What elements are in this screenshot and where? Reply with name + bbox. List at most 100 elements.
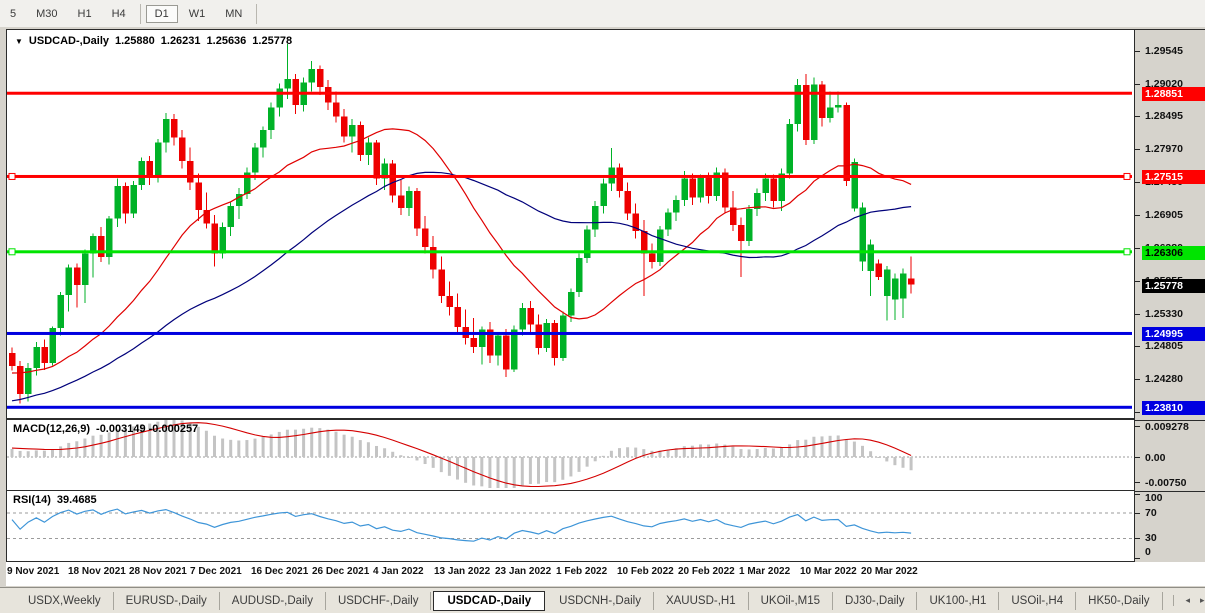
- macd-histogram-bar: [829, 436, 832, 457]
- tab-hk50-daily[interactable]: HK50-,Daily: [1076, 592, 1162, 610]
- price-line-label: 1.27515: [1142, 170, 1205, 184]
- candle-body: [349, 125, 356, 136]
- macd-histogram-bar: [213, 436, 216, 457]
- candle-body: [706, 178, 713, 196]
- candle-body: [187, 161, 194, 182]
- price-line-label: 1.26306: [1142, 246, 1205, 260]
- macd-histogram-bar: [35, 450, 38, 457]
- candle-body: [544, 323, 551, 348]
- candle-body: [625, 191, 632, 213]
- macd-histogram-bar: [537, 457, 540, 484]
- macd-histogram-bar: [326, 430, 329, 457]
- macd-histogram-bar: [262, 437, 265, 457]
- macd-histogram-bar: [294, 430, 297, 457]
- horizontal-level-line[interactable]: [7, 250, 1132, 253]
- tab-usdcnh-daily[interactable]: USDCNH-,Daily: [547, 592, 654, 610]
- macd-histogram-bar: [488, 457, 491, 488]
- price-chart-pane[interactable]: ▼ USDCAD-,Daily 1.25880 1.26231 1.25636 …: [6, 29, 1135, 419]
- macd-histogram-bar: [456, 457, 459, 480]
- tab-scroll-right-icon[interactable]: ▸: [1200, 595, 1205, 606]
- tab-dj30-daily[interactable]: DJ30-,Daily: [833, 592, 917, 610]
- tab-ukoil-m15[interactable]: UKOil-,M15: [749, 592, 833, 610]
- horizontal-level-line[interactable]: [7, 92, 1132, 95]
- candle-body: [908, 278, 915, 284]
- candle-body: [438, 270, 445, 296]
- rsi-tick-label: 0: [1145, 546, 1151, 558]
- macd-histogram-bar: [521, 457, 524, 485]
- chart-dropdown-icon[interactable]: ▼: [15, 37, 23, 46]
- rsi-name: RSI(14): [13, 494, 51, 506]
- timeframe-h4[interactable]: H4: [103, 5, 135, 23]
- line-handle[interactable]: [1124, 249, 1130, 255]
- candle-body: [66, 268, 73, 295]
- candle-body: [122, 186, 128, 213]
- rsi-value: 39.4685: [57, 494, 97, 506]
- horizontal-level-line[interactable]: [7, 332, 1132, 335]
- candle-body: [843, 105, 850, 181]
- candle-body: [390, 164, 397, 196]
- line-handle[interactable]: [1124, 173, 1130, 179]
- macd-histogram-bar: [432, 457, 435, 468]
- axis-tick: [1135, 149, 1140, 150]
- rsi-canvas[interactable]: [7, 491, 1132, 559]
- candle-body: [851, 162, 858, 209]
- macd-pane[interactable]: MACD(12,26,9) -0.003149 -0.000257: [6, 419, 1135, 491]
- price-tick-label: 1.29545: [1145, 45, 1183, 57]
- date-axis: 9 Nov 202118 Nov 202128 Nov 20217 Dec 20…: [6, 562, 1205, 586]
- line-handle[interactable]: [9, 173, 15, 179]
- x-axis-date: 10 Mar 2022: [800, 566, 857, 577]
- macd-histogram-bar: [440, 457, 443, 472]
- macd-histogram-bar: [399, 455, 402, 457]
- macd-histogram-bar: [108, 432, 111, 457]
- candle-body: [317, 69, 324, 87]
- macd-histogram-bar: [375, 446, 378, 457]
- axis-tick: [1135, 248, 1140, 249]
- macd-histogram-bar: [286, 430, 289, 457]
- line-handle[interactable]: [9, 249, 15, 255]
- candle-body: [398, 195, 405, 207]
- macd-histogram-bar: [740, 449, 743, 457]
- tab-uk100-h1[interactable]: UK100-,H1: [917, 592, 999, 610]
- macd-histogram-bar: [553, 457, 556, 482]
- timeframe-m5[interactable]: 5: [1, 5, 25, 23]
- tab-usdchf-daily[interactable]: USDCHF-,Daily: [326, 592, 432, 610]
- macd-histogram-bar: [245, 440, 248, 457]
- chart-symbol-period: USDCAD-,Daily: [29, 35, 109, 47]
- horizontal-level-line[interactable]: [7, 406, 1132, 409]
- tab-usdcad-daily[interactable]: USDCAD-,Daily: [433, 591, 545, 611]
- timeframe-h1[interactable]: H1: [69, 5, 101, 23]
- rsi-tick-label: 70: [1145, 507, 1157, 519]
- candle-body: [446, 296, 453, 307]
- rsi-pane[interactable]: RSI(14) 39.4685: [6, 490, 1135, 562]
- tab-scroll-left-icon[interactable]: ◂: [1186, 595, 1191, 606]
- tab-usdx-weekly[interactable]: USDX,Weekly: [16, 592, 114, 610]
- moving-average-line: [12, 172, 911, 400]
- ohlc-low: 1.25636: [207, 35, 247, 47]
- candle-body: [471, 338, 478, 347]
- candle-body: [220, 227, 227, 253]
- axis-tick: [1135, 281, 1140, 282]
- candle-body: [827, 108, 834, 119]
- candle-body: [673, 200, 680, 212]
- x-axis-date: 1 Mar 2022: [739, 566, 790, 577]
- timeframe-m30[interactable]: M30: [27, 5, 66, 23]
- candle-body: [9, 353, 16, 366]
- timeframe-mn[interactable]: MN: [216, 5, 251, 23]
- x-axis-date: 26 Dec 2021: [312, 566, 369, 577]
- toolbar-separator: [256, 4, 257, 24]
- candle-body: [195, 182, 202, 209]
- timeframe-d1[interactable]: D1: [146, 5, 178, 23]
- horizontal-level-line[interactable]: [7, 175, 1132, 178]
- macd-values: -0.003149 -0.000257: [96, 423, 198, 435]
- candlestick-canvas[interactable]: [7, 30, 1132, 416]
- candle-body: [584, 230, 591, 258]
- tab-eurusd-daily[interactable]: EURUSD-,Daily: [114, 592, 220, 610]
- tab-usoil-h4[interactable]: USOil-,H4: [999, 592, 1076, 610]
- tab-xauusd-h1[interactable]: XAUUSD-,H1: [654, 592, 749, 610]
- macd-histogram-bar: [626, 447, 629, 457]
- macd-histogram-bar: [335, 432, 338, 457]
- tab-audusd-daily[interactable]: AUDUSD-,Daily: [220, 592, 326, 610]
- axis-tick: [1135, 215, 1140, 216]
- macd-histogram-bar: [634, 448, 637, 457]
- timeframe-w1[interactable]: W1: [180, 5, 215, 23]
